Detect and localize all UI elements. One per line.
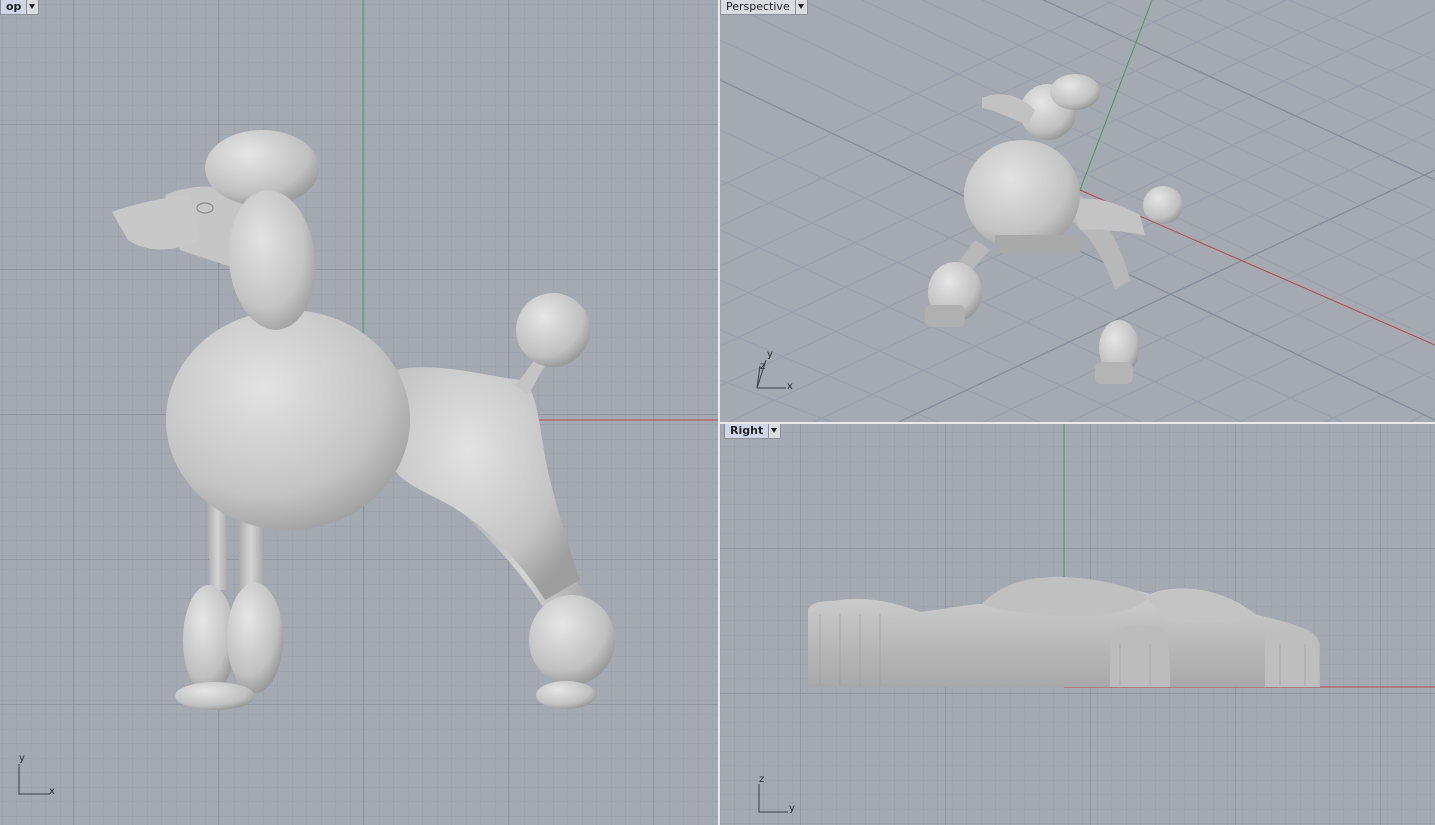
perspective-viewport[interactable]: Perspective y z x	[720, 0, 1435, 422]
poodle-model-perspective[interactable]	[925, 74, 1183, 384]
right-viewport[interactable]: Right z y	[720, 424, 1435, 825]
axis-label-x: x	[49, 786, 55, 797]
viewport-menu-arrow-icon[interactable]	[768, 424, 781, 438]
viewport-name: Right	[730, 424, 764, 437]
axis-label-z: z	[759, 774, 765, 785]
axis-label-y: y	[789, 803, 795, 814]
axis-triad-icon: y x	[16, 753, 66, 800]
axis-label-y: y	[767, 349, 773, 360]
viewport-name: op	[6, 0, 22, 13]
axis-label-x: x	[787, 381, 793, 392]
top-viewport-label[interactable]: op	[0, 0, 40, 15]
viewport-name: Perspective	[726, 0, 790, 13]
viewport-menu-arrow-icon[interactable]	[26, 0, 39, 14]
perspective-viewport-label[interactable]: Perspective	[720, 0, 808, 15]
top-viewport-canvas[interactable]	[0, 0, 718, 825]
right-viewport-canvas[interactable]	[720, 424, 1435, 825]
perspective-viewport-canvas[interactable]	[720, 0, 1435, 422]
axis-triad-icon: y z x	[754, 346, 804, 396]
top-viewport[interactable]: op y x	[0, 0, 718, 825]
right-viewport-label[interactable]: Right	[724, 424, 782, 439]
axis-label-z: z	[760, 361, 766, 372]
axis-label-y: y	[19, 753, 25, 764]
axis-triad-icon: z y	[756, 774, 806, 820]
viewport-menu-arrow-icon[interactable]	[794, 0, 807, 14]
